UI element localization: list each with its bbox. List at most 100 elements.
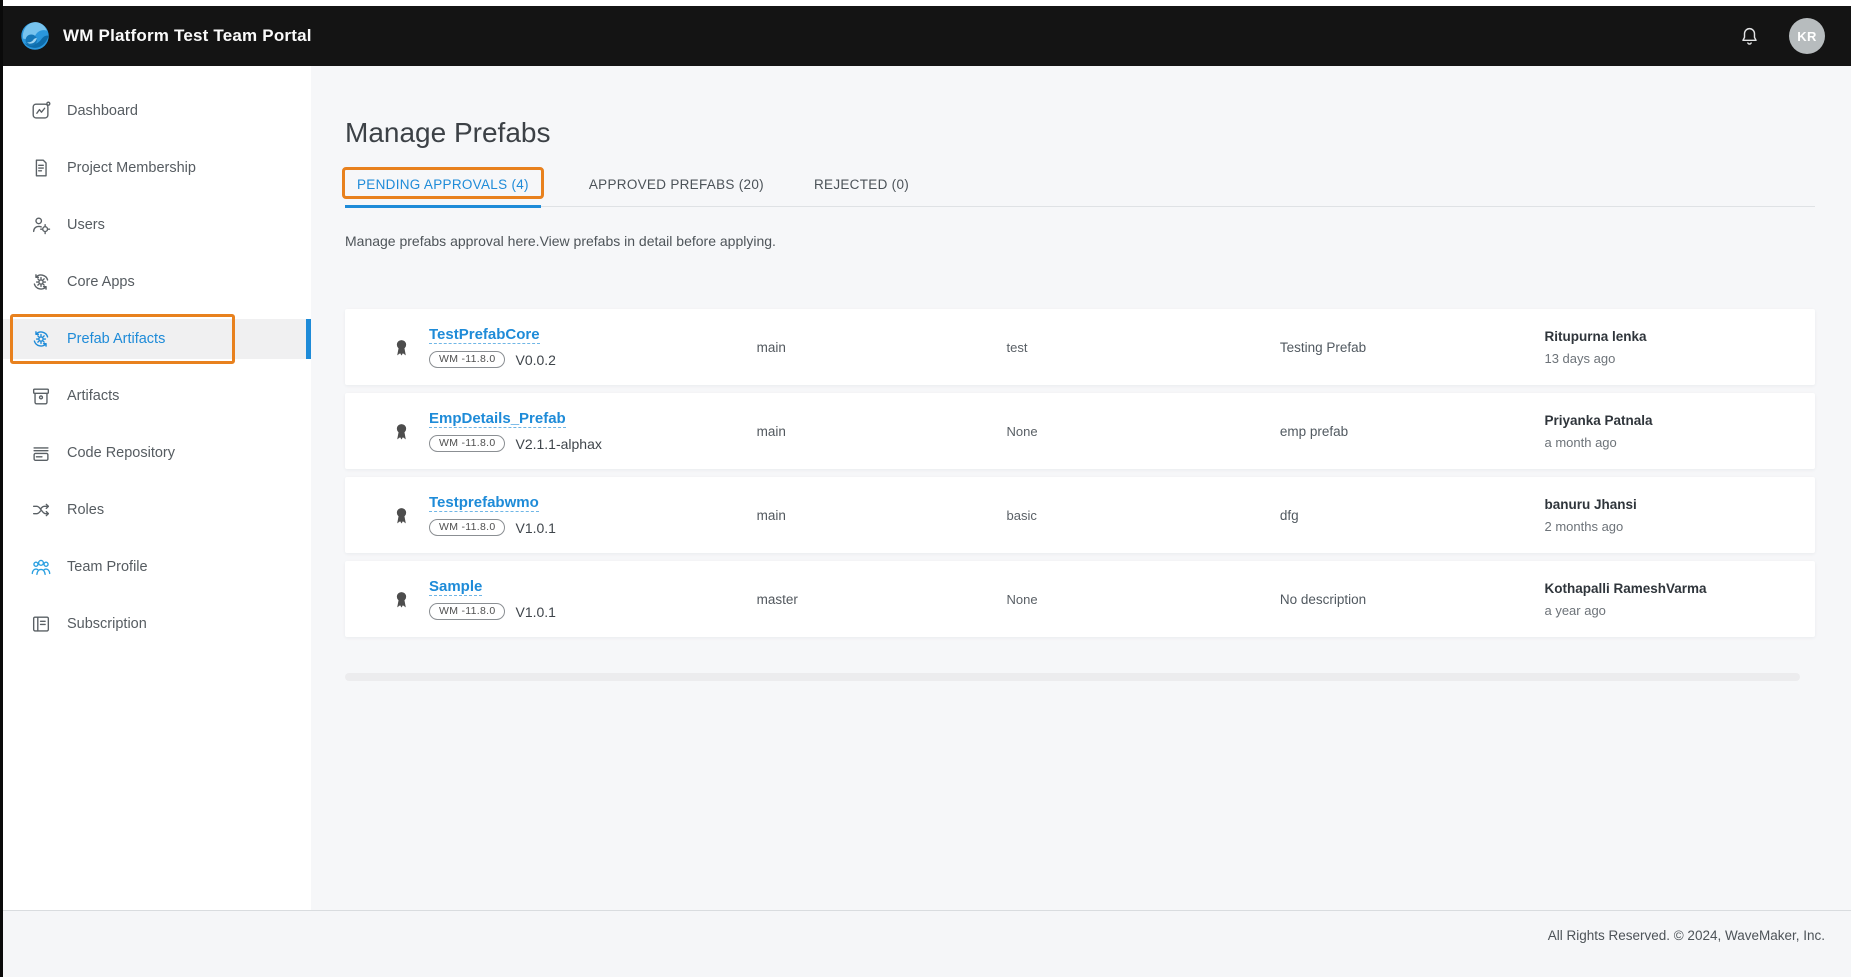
sidebar-item-artifacts[interactable]: Artifacts (0, 376, 311, 416)
core-apps-icon (30, 271, 52, 293)
prefab-name-link[interactable]: Testprefabwmo (429, 494, 539, 512)
version-label: V2.1.1-alphax (515, 436, 601, 452)
published-by-cell: Kothapalli RameshVarma a year ago (1544, 581, 1815, 618)
active-indicator-bar (306, 319, 311, 359)
table-body: TestPrefabCore WM -11.8.0 V0.0.2 main te… (345, 309, 1815, 637)
published-time: a month ago (1544, 435, 1815, 450)
notifications-bell-icon[interactable] (1738, 25, 1761, 48)
description-cell: No description (1280, 592, 1545, 607)
tab-rejected-0[interactable]: REJECTED (0) (812, 177, 911, 206)
tab-label: REJECTED (0) (814, 177, 909, 192)
sidebar-item-subscription[interactable]: Subscription (0, 604, 311, 644)
prefab-name-link[interactable]: TestPrefabCore (429, 326, 540, 344)
version-label: V1.0.1 (515, 520, 555, 536)
wavemaker-logo-icon (20, 21, 50, 51)
page-title: Manage Prefabs (345, 117, 1815, 149)
sidebar-item-label: Users (67, 217, 105, 233)
published-by-name: Ritupurna lenka (1544, 329, 1815, 344)
sidebar-item-label: Team Profile (67, 559, 148, 575)
medal-icon (391, 586, 412, 613)
sidebar-item-label: Dashboard (67, 103, 138, 119)
code-repository-icon (30, 442, 52, 464)
sidebar-item-project-membership[interactable]: Project Membership (0, 148, 311, 188)
app-footer: All Rights Reserved. © 2024, WaveMaker, … (0, 910, 1851, 977)
team-profile-icon (30, 556, 52, 578)
platform-version-badge: WM -11.8.0 (429, 351, 505, 369)
main-content: Manage Prefabs PENDING APPROVALS (4) APP… (311, 66, 1851, 910)
prefab-artifacts-icon (30, 328, 52, 350)
sidebar-item-label: Prefab Artifacts (67, 331, 165, 347)
sidebar-item-label: Roles (67, 502, 104, 518)
name-cell: EmpDetails_Prefab WM -11.8.0 V2.1.1-alph… (345, 410, 757, 453)
project-membership-icon (30, 157, 52, 179)
sidebar-item-label: Subscription (67, 616, 147, 632)
tab-label: APPROVED PREFABS (20) (589, 177, 764, 192)
published-by-cell: banuru Jhansi 2 months ago (1544, 497, 1815, 534)
table-row: Sample WM -11.8.0 V1.0.1 master None No … (345, 561, 1815, 637)
tab-approved-prefabs-20[interactable]: APPROVED PREFABS (20) (587, 177, 766, 206)
table-row: EmpDetails_Prefab WM -11.8.0 V2.1.1-alph… (345, 393, 1815, 469)
tab-bar: PENDING APPROVALS (4) APPROVED PREFABS (… (345, 177, 1815, 207)
sidebar-item-prefab-artifacts[interactable]: Prefab Artifacts (0, 319, 311, 359)
published-by-name: Priyanka Patnala (1544, 413, 1815, 428)
sidebar-item-team-profile[interactable]: Team Profile (0, 547, 311, 587)
prefab-name-link[interactable]: EmpDetails_Prefab (429, 410, 566, 428)
roles-icon (30, 499, 52, 521)
user-avatar[interactable]: KR (1789, 18, 1825, 54)
platform-version-badge: WM -11.8.0 (429, 603, 505, 621)
prefab-name-link[interactable]: Sample (429, 578, 482, 596)
sidebar-item-code-repository[interactable]: Code Repository (0, 433, 311, 473)
description-cell: dfg (1280, 508, 1545, 523)
copyright-text: All Rights Reserved. © 2024, WaveMaker, … (1548, 928, 1825, 943)
sidebar-item-label: Artifacts (67, 388, 119, 404)
medal-icon (391, 418, 412, 445)
branch-cell: main (757, 508, 1007, 523)
branch-cell: main (757, 424, 1007, 439)
sidebar: Dashboard Project Membership Users Core … (0, 66, 311, 910)
category-cell: None (1006, 424, 1279, 439)
version-label: V1.0.1 (515, 604, 555, 620)
sidebar-item-roles[interactable]: Roles (0, 490, 311, 530)
table-row: TestPrefabCore WM -11.8.0 V0.0.2 main te… (345, 309, 1815, 385)
medal-icon (391, 502, 412, 529)
description-cell: emp prefab (1280, 424, 1545, 439)
sidebar-item-dashboard[interactable]: Dashboard (0, 91, 311, 131)
platform-version-badge: WM -11.8.0 (429, 519, 505, 537)
published-by-name: Kothapalli RameshVarma (1544, 581, 1815, 596)
tab-pending-approvals-4[interactable]: PENDING APPROVALS (4) (345, 177, 541, 206)
published-by-cell: Ritupurna lenka 13 days ago (1544, 329, 1815, 366)
published-by-cell: Priyanka Patnala a month ago (1544, 413, 1815, 450)
medal-icon (391, 334, 412, 361)
artifacts-icon (30, 385, 52, 407)
published-time: 13 days ago (1544, 351, 1815, 366)
table-header-row (345, 287, 1815, 309)
branch-cell: master (757, 592, 1007, 607)
sidebar-item-users[interactable]: Users (0, 205, 311, 245)
name-cell: Testprefabwmo WM -11.8.0 V1.0.1 (345, 494, 757, 537)
tab-label: PENDING APPROVALS (4) (357, 177, 529, 192)
table-end-divider (345, 673, 1800, 681)
published-by-name: banuru Jhansi (1544, 497, 1815, 512)
sidebar-item-label: Code Repository (67, 445, 175, 461)
prefabs-table: TestPrefabCore WM -11.8.0 V0.0.2 main te… (345, 287, 1815, 637)
published-time: a year ago (1544, 603, 1815, 618)
subscription-icon (30, 613, 52, 635)
page-description: Manage prefabs approval here.View prefab… (345, 233, 1815, 249)
platform-version-badge: WM -11.8.0 (429, 435, 505, 453)
app-header: WM Platform Test Team Portal KR (0, 6, 1851, 66)
category-cell: basic (1006, 508, 1279, 523)
app-title: WM Platform Test Team Portal (63, 26, 312, 46)
users-icon (30, 214, 52, 236)
name-cell: TestPrefabCore WM -11.8.0 V0.0.2 (345, 326, 757, 369)
version-label: V0.0.2 (515, 352, 555, 368)
table-row: Testprefabwmo WM -11.8.0 V1.0.1 main bas… (345, 477, 1815, 553)
name-cell: Sample WM -11.8.0 V1.0.1 (345, 578, 757, 621)
description-cell: Testing Prefab (1280, 340, 1545, 355)
published-time: 2 months ago (1544, 519, 1815, 534)
category-cell: test (1006, 340, 1279, 355)
sidebar-item-core-apps[interactable]: Core Apps (0, 262, 311, 302)
category-cell: None (1006, 592, 1279, 607)
dashboard-icon (30, 100, 52, 122)
sidebar-item-label: Core Apps (67, 274, 135, 290)
sidebar-item-label: Project Membership (67, 160, 196, 176)
